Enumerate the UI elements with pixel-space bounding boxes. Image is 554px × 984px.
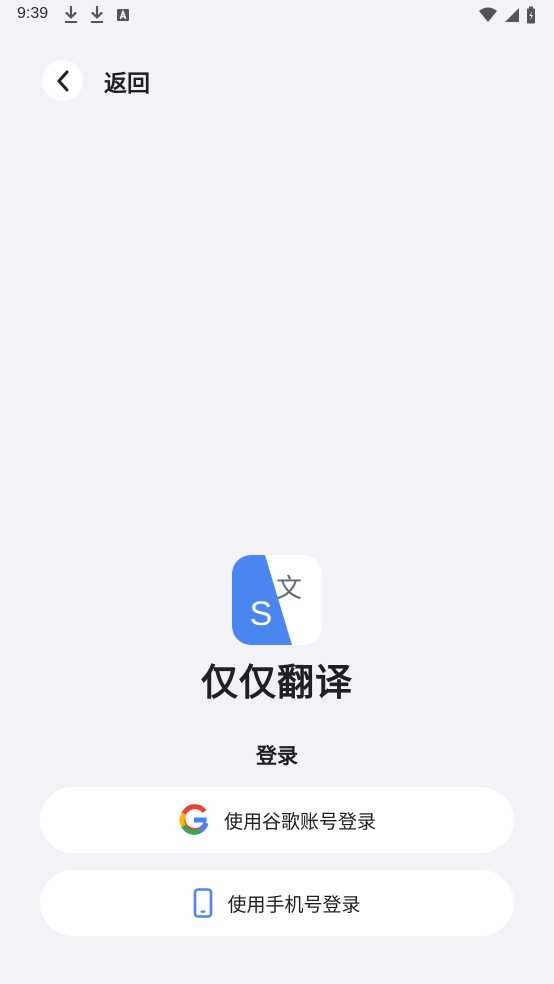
google-login-label: 使用谷歌账号登录 (223, 810, 376, 833)
app-name: 仅仅翻译 (201, 661, 353, 704)
back-button[interactable] (42, 60, 83, 101)
google-icon (178, 804, 210, 836)
status-time: 9:39 (17, 5, 49, 22)
status-notifications (64, 6, 130, 24)
phone-icon (193, 888, 213, 918)
signal-icon (504, 6, 520, 24)
login-title: 登录 (256, 744, 298, 768)
google-login-button[interactable]: 使用谷歌账号登录 (40, 787, 514, 853)
logo-letter-s: S (250, 595, 273, 633)
phone-login-button[interactable]: 使用手机号登录 (40, 870, 514, 936)
battery-icon (526, 6, 536, 24)
phone-login-label: 使用手机号登录 (227, 893, 361, 916)
wifi-icon (478, 6, 498, 24)
download-icon (64, 6, 78, 24)
status-bar: 9:39 (0, 0, 554, 32)
back-label[interactable]: 返回 (104, 64, 150, 98)
text-a-icon (116, 7, 130, 23)
app-logo: S 文 (232, 555, 322, 645)
logo-letter-wen: 文 (276, 574, 302, 604)
status-system (478, 6, 536, 24)
download-icon (90, 6, 104, 24)
chevron-left-icon (56, 70, 70, 92)
